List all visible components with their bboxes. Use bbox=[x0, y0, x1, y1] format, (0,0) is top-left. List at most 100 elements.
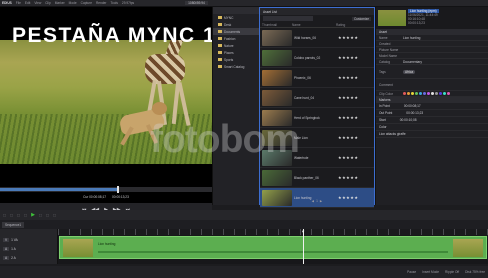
tree-item-sports[interactable]: Sports bbox=[213, 56, 259, 63]
column-name[interactable]: Name bbox=[292, 23, 336, 27]
timeline-playhead[interactable] bbox=[303, 229, 305, 264]
menu-view[interactable]: View bbox=[34, 1, 41, 5]
rating-stars[interactable]: ★★★★★ bbox=[338, 135, 358, 140]
color-swatch[interactable] bbox=[439, 92, 442, 95]
marker-value: 00:00:08;17 bbox=[403, 104, 421, 108]
transport-controls: ⏮ ◀◀ ▶ ▶▶ ⏭ bbox=[0, 203, 212, 210]
field-value[interactable]: Documentary bbox=[403, 60, 422, 64]
asset-list-panel: Asset List Customize Thumbnail Name Rati… bbox=[259, 7, 375, 208]
track-header[interactable]: A1 A bbox=[0, 244, 57, 253]
menu-clip[interactable]: Clip bbox=[45, 1, 51, 5]
timeline-tracks[interactable]: Lion hunting bbox=[58, 235, 488, 264]
timeline-clip[interactable]: Lion hunting bbox=[59, 236, 487, 259]
timeline-tool-button[interactable]: ⬚ bbox=[24, 213, 27, 217]
color-swatch[interactable] bbox=[431, 92, 434, 95]
comment-row: Comment bbox=[376, 79, 488, 91]
menu-tools[interactable]: Tools bbox=[110, 1, 117, 5]
page-number: 1 bbox=[316, 199, 318, 203]
field-label: Catalog bbox=[379, 59, 390, 64]
tree-item-label: Desk bbox=[224, 22, 232, 27]
marker-row[interactable]: Color bbox=[376, 124, 488, 131]
asset-row[interactable]: Cane hunt_04 ★★★★★ bbox=[260, 88, 374, 108]
format-dropdown[interactable]: 1080i/59.94 bbox=[185, 1, 208, 5]
menu-render[interactable]: Render bbox=[96, 1, 106, 5]
tree-item-places[interactable]: Places bbox=[213, 49, 259, 56]
color-swatch[interactable] bbox=[415, 92, 418, 95]
sequence-bar: Sequence1 bbox=[0, 220, 488, 229]
column-thumbnail[interactable]: Thumbnail bbox=[260, 23, 292, 27]
folder-icon bbox=[218, 23, 222, 26]
playhead-marker-icon[interactable]: ▼ bbox=[301, 229, 305, 234]
color-swatch[interactable] bbox=[423, 92, 426, 95]
color-swatch[interactable] bbox=[435, 92, 438, 95]
tree-item-label: Documents bbox=[224, 29, 241, 34]
column-rating[interactable]: Rating bbox=[336, 23, 345, 27]
rating-stars[interactable]: ★★★★★ bbox=[338, 175, 358, 180]
asset-name: Cane hunt_04 bbox=[294, 95, 315, 100]
customize-dropdown[interactable]: Customize bbox=[351, 16, 371, 21]
rating-stars[interactable]: ★★★★★ bbox=[338, 115, 358, 120]
rating-stars[interactable]: ★★★★★ bbox=[338, 155, 358, 160]
tree-item-desk[interactable]: Desk bbox=[213, 21, 259, 28]
tag-chip[interactable]: Africa bbox=[403, 69, 416, 74]
timeline-tool-button[interactable]: ⬚ bbox=[46, 213, 49, 217]
asset-name: Colobo parrots_02 bbox=[294, 55, 321, 60]
timeline-tool-button[interactable]: ⬚ bbox=[53, 213, 56, 217]
rating-stars[interactable]: ★★★★★ bbox=[338, 35, 358, 40]
tree-item-documents[interactable]: Documents bbox=[213, 28, 259, 35]
menu-file[interactable]: File bbox=[16, 1, 21, 5]
status-item: Insert Mode bbox=[422, 270, 440, 274]
color-swatch[interactable] bbox=[419, 92, 422, 95]
next-page-button[interactable]: ▶ bbox=[320, 199, 322, 203]
timeline-tool-button[interactable]: ⬚ bbox=[10, 213, 13, 217]
tree-item-smart-catalog[interactable]: Smart Catalog bbox=[213, 63, 259, 70]
menu-capture[interactable]: Capture bbox=[81, 1, 92, 5]
player-scrubber[interactable] bbox=[0, 186, 212, 193]
color-swatch[interactable] bbox=[403, 92, 406, 95]
folder-icon bbox=[218, 44, 222, 47]
timeline-tool-button[interactable]: ⬚ bbox=[3, 213, 6, 217]
track-header[interactable]: V1 VA bbox=[0, 235, 57, 244]
clip-end-thumbnail bbox=[453, 239, 483, 257]
marker-row[interactable]: In Point 00:00:08;17 bbox=[376, 103, 488, 110]
timeline-play-button[interactable]: ▶ bbox=[31, 212, 35, 218]
field-value[interactable]: Lion hunting bbox=[403, 36, 420, 40]
menu-marker[interactable]: Marker bbox=[55, 1, 65, 5]
field-label: Name bbox=[379, 35, 388, 40]
asset-row[interactable]: Wild horses_06 ★★★★★ bbox=[260, 28, 374, 48]
rating-stars[interactable]: ★★★★★ bbox=[338, 95, 358, 100]
color-swatch[interactable] bbox=[427, 92, 430, 95]
tags-row: Tags Africa bbox=[376, 65, 488, 79]
tree-item-fashion[interactable]: Fashion bbox=[213, 35, 259, 42]
tree-item-label: Nature bbox=[224, 43, 234, 48]
menu-edit[interactable]: Edit bbox=[25, 1, 31, 5]
tree-item-nature[interactable]: Nature bbox=[213, 42, 259, 49]
status-item: Pause bbox=[407, 270, 417, 274]
asset-row[interactable]: Black panther_06 ★★★★★ bbox=[260, 168, 374, 188]
asset-search-input[interactable] bbox=[263, 16, 313, 21]
marker-label: Out Point bbox=[379, 111, 393, 115]
color-swatch[interactable] bbox=[447, 92, 450, 95]
rating-stars[interactable]: ★★★★★ bbox=[338, 55, 358, 60]
timeline-tool-button[interactable]: ⬚ bbox=[17, 213, 20, 217]
timeline-tool-button[interactable]: ⬚ bbox=[39, 213, 42, 217]
marker-row[interactable]: Start 00:00:10;08 bbox=[376, 117, 488, 124]
folder-icon bbox=[218, 51, 222, 54]
folder-icon bbox=[218, 65, 222, 68]
clip-color-label: Clip Color bbox=[379, 91, 393, 96]
sequence-tab[interactable]: Sequence1 bbox=[2, 221, 25, 228]
rating-stars[interactable]: ★★★★★ bbox=[338, 75, 358, 80]
asset-row[interactable]: Colobo parrots_02 ★★★★★ bbox=[260, 48, 374, 68]
color-swatch[interactable] bbox=[407, 92, 410, 95]
asset-name: Waterhole bbox=[294, 155, 309, 160]
track-header[interactable]: A2 A bbox=[0, 253, 57, 262]
menu-mode[interactable]: Mode bbox=[69, 1, 77, 5]
color-swatch[interactable] bbox=[443, 92, 446, 95]
scrubber-handle[interactable] bbox=[116, 186, 119, 193]
asset-row[interactable]: Phoenix_06 ★★★★★ bbox=[260, 68, 374, 88]
marker-row[interactable]: Out Point 00:00:13;23 bbox=[376, 110, 488, 117]
tree-item-label: Sports bbox=[224, 57, 234, 62]
prev-page-button[interactable]: ◀ bbox=[312, 199, 314, 203]
tree-item-mync[interactable]: MYNC bbox=[213, 14, 259, 21]
color-swatch[interactable] bbox=[411, 92, 414, 95]
